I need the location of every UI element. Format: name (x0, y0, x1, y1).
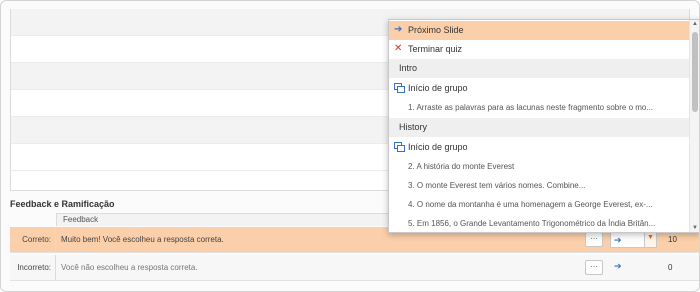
row-label: Correto: (10, 227, 56, 253)
group-label: History (399, 122, 428, 132)
scroll-up-icon[interactable]: ▲ (692, 21, 698, 27)
feedback-row-incorrect[interactable]: Incorreto: Você não escolheu a resposta … (10, 255, 699, 281)
dropdown-scrollbar[interactable]: ▲ ▼ (689, 20, 699, 232)
item-label: Próximo Slide (408, 25, 464, 35)
scroll-down-icon[interactable]: ▼ (692, 225, 698, 231)
feedback-text[interactable]: Muito bem! Você escolheu a resposta corr… (61, 235, 224, 244)
dropdown-group-intro: Intro (389, 59, 689, 78)
dropdown-item-group-start[interactable]: Início de grupo (389, 79, 689, 98)
feedback-text[interactable]: Você não escolheu a resposta correta. (61, 263, 198, 272)
dropdown-item-slide[interactable]: 1. Arraste as palavras para as lacunas n… (389, 99, 689, 118)
item-label: Terminar quiz (408, 44, 463, 54)
feedback-column-label: Feedback (63, 215, 99, 224)
scrollbar-thumb[interactable] (692, 32, 698, 112)
dropdown-group-history: History (389, 118, 689, 137)
item-label: 2. A história do monte Everest (408, 162, 515, 171)
section-title: Feedback e Ramificação (10, 199, 115, 209)
group-label: Intro (399, 63, 418, 73)
dropdown-item-slide[interactable]: 4. O nome da montanha é uma homenagem a … (389, 196, 689, 215)
dropdown-item-slide[interactable]: 2. A história do monte Everest (389, 158, 689, 177)
branch-dropdown-list[interactable]: ➔ Próximo Slide ✕ Terminar quiz Intro In… (388, 19, 699, 233)
item-label: 5. Em 1856, o Grande Levantamento Trigon… (408, 219, 656, 228)
dropdown-item-group-start[interactable]: Início de grupo (389, 138, 689, 157)
branch-select[interactable]: ➔ ▼ (610, 232, 657, 248)
item-label: 1. Arraste as palavras para as lacunas n… (408, 103, 654, 112)
dropdown-toggle[interactable]: ▼ (644, 233, 656, 247)
group-icon (394, 83, 405, 93)
item-label: 4. O nome da montanha é uma homenagem a … (408, 200, 653, 209)
dropdown-item-end-quiz[interactable]: ✕ Terminar quiz (389, 40, 689, 59)
dropdown-item-next-slide[interactable]: ➔ Próximo Slide (389, 21, 689, 40)
quiz-slide-properties-panel: Feedback e Ramificação Feedback Correto:… (0, 0, 700, 292)
score-value[interactable]: 0 (668, 263, 672, 272)
item-label: Início de grupo (408, 83, 468, 93)
group-icon (394, 142, 405, 152)
edit-feedback-button[interactable]: ··· (585, 232, 603, 247)
arrow-right-icon: ➔ (614, 235, 622, 245)
score-value[interactable]: 10 (668, 235, 677, 244)
chevron-down-icon: ▼ (647, 234, 654, 241)
close-icon: ✕ (394, 43, 403, 54)
arrow-right-icon[interactable]: ➔ (614, 261, 622, 272)
edit-feedback-button[interactable]: ··· (585, 260, 603, 275)
item-label: 3. O monte Everest tem vários nomes. Com… (408, 181, 586, 190)
dropdown-item-slide[interactable]: 3. O monte Everest tem vários nomes. Com… (389, 177, 689, 196)
arrow-right-icon: ➔ (394, 24, 403, 35)
dropdown-item-slide[interactable]: 5. Em 1856, o Grande Levantamento Trigon… (389, 215, 689, 232)
row-label: Incorreto: (10, 255, 56, 281)
item-label: Início de grupo (408, 142, 468, 152)
